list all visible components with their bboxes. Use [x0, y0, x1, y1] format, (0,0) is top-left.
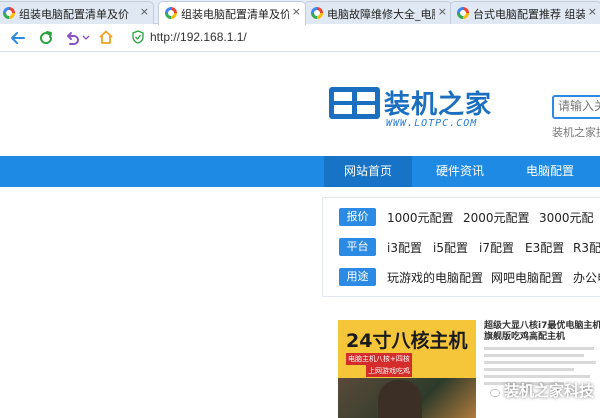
- filter-option[interactable]: 网吧电脑配置: [491, 269, 563, 286]
- site-favicon-icon: [165, 7, 177, 19]
- filter-panel: 报价 1000元配置 2000元配置 3000元配 平台 i3配置 i5配置 i…: [322, 197, 600, 297]
- filter-row-usage: 用途 玩游戏的电脑配置 网吧电脑配置 办公电: [339, 267, 600, 287]
- text-line: [484, 375, 590, 378]
- filter-option[interactable]: i7配置: [479, 239, 514, 256]
- site-favicon-icon: [457, 7, 469, 19]
- filter-tag: 用途: [339, 268, 376, 286]
- site-logo-text[interactable]: 装机之家: [384, 84, 492, 121]
- search-hint: 装机之家提: [552, 126, 600, 139]
- tab-title: 台式电脑配置推荐 组装: [473, 8, 585, 21]
- tab-bar: 组装电脑配置清单及价 × 组装电脑配置清单及价 × 电脑故障维修大全_电脑 × …: [0, 0, 600, 25]
- tab-title: 组装电脑配置清单及价: [19, 8, 129, 21]
- refresh-icon[interactable]: [38, 30, 54, 46]
- banner-subtitle: 电脑主机八核+四核: [346, 353, 412, 365]
- address-url[interactable]: http://192.168.1.1/: [150, 30, 247, 44]
- browser-tab-4[interactable]: 台式电脑配置推荐 组装 ×: [450, 1, 600, 24]
- filter-option[interactable]: 3000元配: [539, 209, 594, 226]
- filter-tag: 报价: [339, 208, 376, 226]
- site-main-nav: 网站首页 硬件资讯 电脑配置: [0, 156, 600, 187]
- browser-tab-1[interactable]: 组装电脑配置清单及价 ×: [0, 1, 154, 24]
- promo-block[interactable]: 24寸八核主机 电脑主机八核+四核 上网游戏吃鸡 超级大显八核i7最优电脑主机旗…: [334, 317, 600, 418]
- tab-close-icon[interactable]: ×: [588, 5, 597, 18]
- filter-option[interactable]: 玩游戏的电脑配置: [387, 269, 483, 286]
- watermark-text: 装机之家科技: [504, 382, 595, 400]
- tab-close-icon[interactable]: ×: [140, 5, 149, 18]
- shield-check-icon: [132, 30, 144, 44]
- promo-article[interactable]: 超级大显八核i7最优电脑主机旗舰版吃鸡高配主机: [484, 321, 600, 385]
- tab-title: 组装电脑配置清单及价: [181, 8, 289, 21]
- browser-tab-3[interactable]: 电脑故障维修大全_电脑 ×: [304, 1, 452, 24]
- tab-title: 电脑故障维修大全_电脑: [327, 8, 435, 21]
- text-line: [484, 368, 574, 371]
- site-favicon-icon: [3, 7, 15, 19]
- site-search-input[interactable]: [558, 99, 600, 113]
- filter-row-price: 报价 1000元配置 2000元配置 3000元配: [339, 207, 600, 227]
- banner-subtitle: 上网游戏吃鸡: [366, 365, 412, 377]
- nav-home[interactable]: 网站首页: [324, 156, 412, 187]
- nav-hardware-news[interactable]: 硬件资讯: [416, 156, 504, 187]
- browser-toolbar: http://192.168.1.1/: [0, 24, 600, 52]
- tab-close-icon[interactable]: ×: [292, 5, 301, 18]
- site-logo-icon[interactable]: [328, 86, 381, 120]
- promo-article-title[interactable]: 超级大显八核i7最优电脑主机旗舰版吃鸡高配主机: [484, 321, 600, 343]
- filter-tag: 平台: [339, 238, 376, 256]
- banner-title: 24寸八核主机: [346, 330, 468, 352]
- site-search-box[interactable]: [552, 95, 600, 119]
- nav-pc-config[interactable]: 电脑配置: [506, 156, 594, 187]
- back-arrow-icon[interactable]: [10, 30, 26, 46]
- filter-row-platform: 平台 i3配置 i5配置 i7配置 E3配置 R3配: [339, 237, 600, 257]
- promo-banner[interactable]: 24寸八核主机 电脑主机八核+四核 上网游戏吃鸡: [338, 320, 476, 418]
- filter-option[interactable]: E3配置: [525, 239, 564, 256]
- undo-icon[interactable]: [64, 30, 80, 46]
- filter-option[interactable]: 1000元配置: [387, 209, 454, 226]
- filter-option[interactable]: R3配: [573, 239, 600, 256]
- site-logo-url: WWW.LOTPC.COM: [386, 118, 478, 129]
- text-line: [484, 361, 596, 364]
- tab-close-icon[interactable]: ×: [438, 5, 447, 18]
- banner-character: [378, 380, 422, 418]
- filter-option[interactable]: 办公电: [573, 269, 600, 286]
- wechat-icon: [484, 385, 500, 398]
- home-icon[interactable]: [98, 29, 114, 45]
- filter-option[interactable]: i3配置: [387, 239, 422, 256]
- text-line: [484, 354, 584, 357]
- chevron-down-icon[interactable]: [82, 34, 90, 42]
- browser-tab-2[interactable]: 组装电脑配置清单及价 ×: [158, 1, 306, 25]
- text-line: [484, 347, 594, 350]
- filter-option[interactable]: i5配置: [433, 239, 468, 256]
- filter-option[interactable]: 2000元配置: [463, 209, 530, 226]
- site-favicon-icon: [311, 7, 323, 19]
- watermark: 装机之家科技: [484, 380, 594, 401]
- address-bar[interactable]: http://192.168.1.1/: [128, 28, 600, 48]
